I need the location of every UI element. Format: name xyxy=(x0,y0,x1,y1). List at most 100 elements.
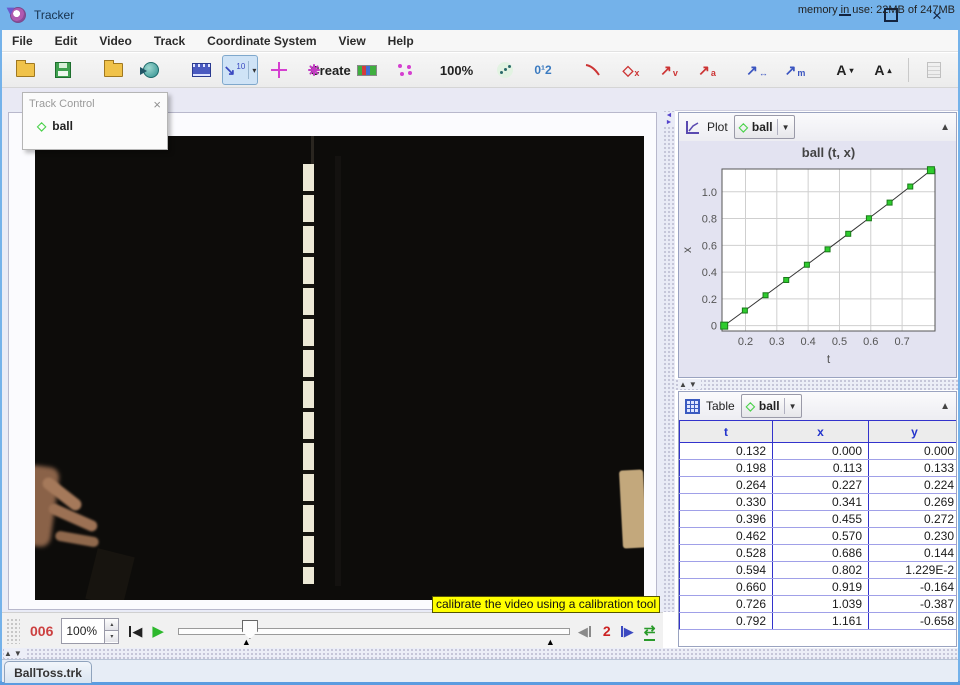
import-button[interactable] xyxy=(134,56,168,84)
rate-value[interactable]: 100% xyxy=(62,619,104,643)
column-header-x[interactable]: x xyxy=(772,420,869,443)
create-button[interactable]: Create xyxy=(308,56,351,84)
step-numbers-button[interactable]: 0¹2 xyxy=(526,56,560,84)
slider-track[interactable] xyxy=(177,628,570,635)
table-row[interactable]: 0.594 0.802 1.229E-2 xyxy=(679,561,956,579)
main-video-view xyxy=(2,110,663,612)
track-select-button[interactable]: ↘ 10 ▾ xyxy=(222,55,258,85)
column-header-t[interactable]: t xyxy=(679,420,773,443)
menu-coordinate-system[interactable]: Coordinate System xyxy=(207,34,316,48)
velocity-arrow-icon: ↗ xyxy=(660,62,672,78)
loop-button[interactable]: ⇄ xyxy=(643,622,656,641)
calibration-points-button[interactable] xyxy=(388,56,422,84)
menu-video[interactable]: Video xyxy=(99,34,131,48)
table-row[interactable]: 0.264 0.227 0.224 xyxy=(679,476,956,494)
vectors-arrow-icon: ↗ xyxy=(746,62,758,78)
open-library-button[interactable] xyxy=(96,56,130,84)
position-diamond-icon: ◇ xyxy=(622,62,634,78)
menu-edit[interactable]: Edit xyxy=(55,34,78,48)
zoom-button[interactable]: 100% xyxy=(438,56,473,84)
step-size[interactable]: 2 xyxy=(603,623,611,639)
table-track-combo[interactable]: ◇ ball ▼ xyxy=(740,394,802,418)
clip-settings-button[interactable] xyxy=(184,56,218,84)
vertical-splitter-arrows[interactable]: ◄ ► xyxy=(664,112,674,126)
table-row[interactable]: 0.330 0.341 0.269 xyxy=(679,493,956,511)
track-control-close-icon[interactable]: × xyxy=(153,97,161,112)
positions-button[interactable]: ◇ x xyxy=(614,56,648,84)
drawer-toggle-icon[interactable]: ▼ xyxy=(4,4,17,17)
menu-help[interactable]: Help xyxy=(388,34,414,48)
chevron-down-icon: ▾ xyxy=(252,65,257,75)
play-button[interactable]: ▶ xyxy=(152,624,164,639)
menu-view[interactable]: View xyxy=(339,34,366,48)
table-row[interactable]: 0.132 0.000 0.000 xyxy=(679,442,956,460)
table-row[interactable]: 0.396 0.455 0.272 xyxy=(679,510,956,528)
momentum-arrow-icon: ↗ xyxy=(784,62,797,78)
desktop-button[interactable] xyxy=(955,56,960,84)
bottom-splitter[interactable] xyxy=(2,648,958,659)
accelerations-button[interactable]: ↗ a xyxy=(690,56,724,84)
step-forward-icon: ▶ xyxy=(623,623,634,639)
track-item-ball[interactable]: ◇ ball xyxy=(23,115,167,133)
plot-track-combo[interactable]: ◇ ball ▼ xyxy=(733,115,795,139)
font-bigger-button[interactable]: A ▴ xyxy=(866,56,900,84)
right-panel-splitter[interactable] xyxy=(675,379,958,390)
splitter-left-icon: ◄ xyxy=(665,112,673,119)
table-collapse-button[interactable]: ▲ xyxy=(940,401,950,412)
font-smaller-button[interactable]: A ▾ xyxy=(828,56,862,84)
rate-up-button[interactable]: ▴ xyxy=(105,619,119,630)
track-control-panel: Track Control × ◇ ball xyxy=(22,92,168,150)
table-cell: 0.272 xyxy=(868,510,956,528)
plot-area[interactable]: ball (t, x) 0.2 0.3 0.4 0.5 0.6 0.7 0 0.2 0.4 0.6 0… xyxy=(679,141,956,377)
menu-file[interactable]: File xyxy=(12,34,33,48)
table-cell: 0.144 xyxy=(868,544,956,562)
open-button[interactable] xyxy=(8,56,42,84)
svg-text:0.2: 0.2 xyxy=(738,336,753,348)
table-row[interactable]: 0.726 1.039 -0.387 xyxy=(679,595,956,613)
table-row[interactable]: 0.792 1.161 -0.658 xyxy=(679,612,956,630)
notes-button[interactable] xyxy=(917,56,951,84)
reset-button[interactable]: ◀ xyxy=(129,625,142,638)
hint-tooltip: calibrate the video using a calibration … xyxy=(432,596,661,613)
table-row[interactable]: 0.198 0.113 0.133 xyxy=(679,459,956,477)
in-marker-icon[interactable]: ▲ xyxy=(242,638,251,647)
out-marker-icon[interactable]: ▲ xyxy=(546,638,555,647)
step-forward-button[interactable]: ▶ xyxy=(621,625,634,638)
column-header-y[interactable]: y xyxy=(868,420,956,443)
open-folder-icon xyxy=(15,60,35,77)
plot-view: Plot ◇ ball ▼ ▲ ball (t, x) 0.2 0.3 0.4 0.5 0… xyxy=(678,112,957,378)
video-frame[interactable] xyxy=(35,136,644,600)
trace-button[interactable] xyxy=(576,56,610,84)
rate-spinner[interactable]: 100% ▴ ▾ xyxy=(61,618,120,644)
vertical-splitter[interactable] xyxy=(663,110,675,612)
axes-button[interactable] xyxy=(262,56,296,84)
menu-track[interactable]: Track xyxy=(154,34,185,48)
tab-balltoss[interactable]: BallToss.trk xyxy=(4,661,92,683)
table-row[interactable]: 0.660 0.919 -0.164 xyxy=(679,578,956,596)
trails-button[interactable] xyxy=(488,56,522,84)
table-cell: 0.264 xyxy=(679,476,773,494)
table-view-label: Table xyxy=(706,399,735,413)
momentum-button[interactable]: ↗ m xyxy=(778,56,812,84)
table-cell: 0.462 xyxy=(679,527,773,545)
bottom-splitter-arrows[interactable]: ▲▼ xyxy=(4,649,26,658)
save-button[interactable] xyxy=(46,56,80,84)
player-bar: 006 100% ▴ ▾ ◀ ▶ ▲ ▲ ◀ 2 ▶ ⇄ xyxy=(2,612,663,649)
table-row[interactable]: 0.528 0.686 0.144 xyxy=(679,544,956,562)
caret-down-icon: ▾ xyxy=(849,65,854,75)
right-panel-splitter-arrows[interactable]: ▲▼ xyxy=(679,380,701,389)
player-drag-handle[interactable] xyxy=(6,618,20,644)
track-control-title: Track Control xyxy=(29,98,95,110)
velocities-button[interactable]: ↗ v xyxy=(652,56,686,84)
table-row[interactable]: 0.462 0.570 0.230 xyxy=(679,527,956,545)
caret-up-icon: ▴ xyxy=(887,65,892,75)
frame-number: 006 xyxy=(30,623,54,639)
step-back-button[interactable]: ◀ xyxy=(578,625,591,638)
font-letter: A xyxy=(874,62,885,78)
table-cell: 0.396 xyxy=(679,510,773,528)
frame-slider[interactable]: ▲ ▲ xyxy=(177,618,570,647)
rate-down-button[interactable]: ▾ xyxy=(105,630,119,642)
plot-collapse-button[interactable]: ▲ xyxy=(940,122,950,133)
tape-measure-button[interactable] xyxy=(350,56,384,84)
vectors-button[interactable]: ↗ ↔ xyxy=(740,56,774,84)
